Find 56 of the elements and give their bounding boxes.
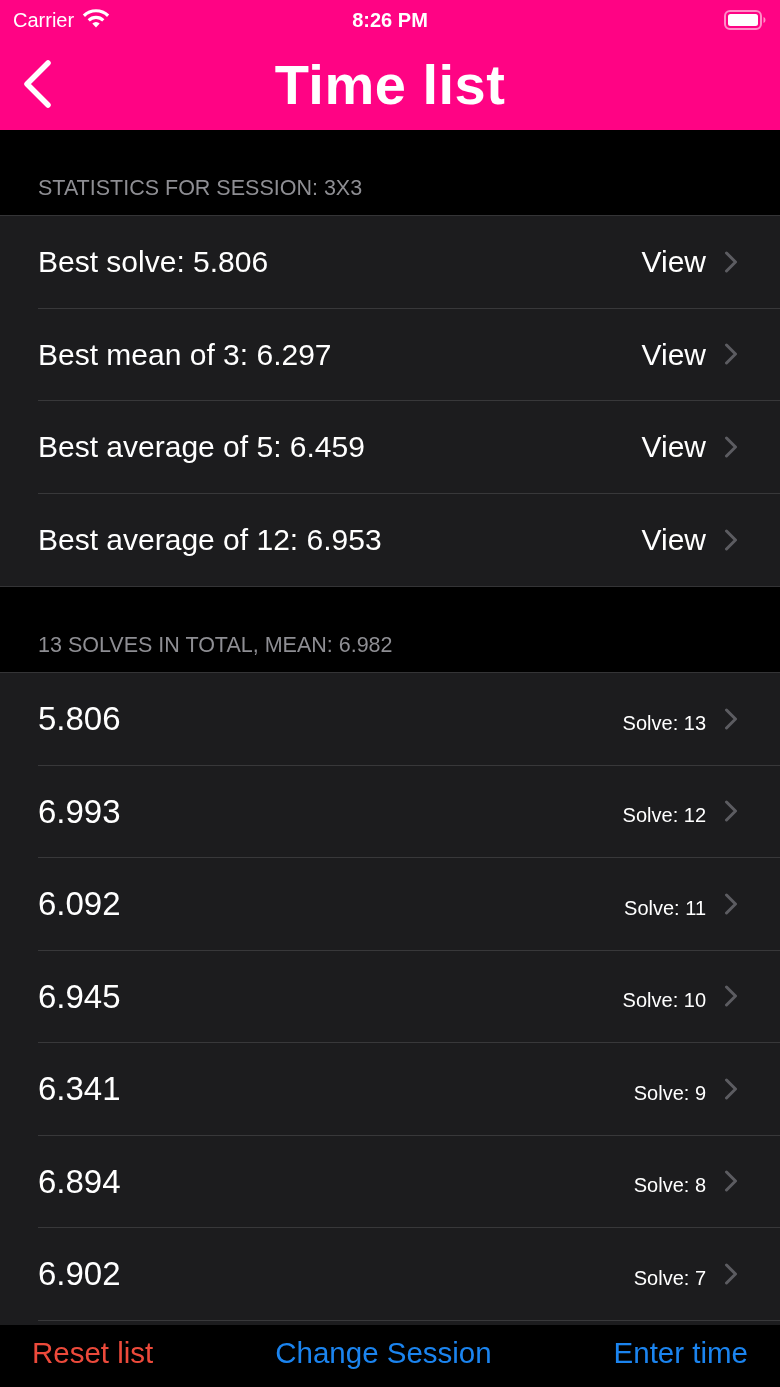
statistic-label: Best solve: 5.806 xyxy=(38,244,269,281)
toolbar-button[interactable]: Change Session xyxy=(275,1335,492,1371)
chevron-icon xyxy=(724,528,738,551)
back-button[interactable] xyxy=(22,60,52,108)
solve-row[interactable]: 6.092 Solve: 11 xyxy=(0,858,780,951)
statistic-row[interactable]: Best average of 12: 6.953 View xyxy=(0,493,780,586)
view-label: View xyxy=(641,244,706,281)
statistic-row[interactable]: Best average of 5: 6.459 View xyxy=(0,401,780,494)
section-header: STATISTICS FOR SESSION: 3X3 xyxy=(38,175,363,201)
chevron-icon xyxy=(724,892,738,915)
chevron-icon xyxy=(724,435,738,458)
chevron-icon xyxy=(724,985,738,1008)
solve-row[interactable]: 6.902 Solve: 7 xyxy=(0,1228,780,1321)
chevron-icon xyxy=(724,1077,738,1100)
solve-time: 6.902 xyxy=(38,1254,121,1294)
solve-row[interactable]: 6.341 Solve: 9 xyxy=(0,1043,780,1136)
solve-time: 5.806 xyxy=(38,699,121,739)
solve-time: 6.945 xyxy=(38,976,121,1017)
statistic-label: Best mean of 3: 6.297 xyxy=(38,336,332,373)
solve-number: Solve: 8 xyxy=(633,1173,706,1199)
toolbar-button[interactable]: Enter time xyxy=(613,1335,748,1371)
chevron-icon xyxy=(724,707,738,730)
statistic-label: Best average of 12: 6.953 xyxy=(38,522,382,559)
solve-number: Solve: 7 xyxy=(633,1265,706,1291)
wifi-icon xyxy=(82,8,111,28)
view-label: View xyxy=(641,336,706,373)
solve-number: Solve: 9 xyxy=(633,1080,706,1106)
chevron-icon xyxy=(724,343,738,366)
statistic-label: Best average of 5: 6.459 xyxy=(38,429,365,466)
clock-label: 8:26 PM xyxy=(352,8,428,33)
solve-row[interactable]: 5.806 Solve: 13 xyxy=(0,673,780,766)
screen-title: Time list xyxy=(274,57,506,113)
view-label: View xyxy=(641,522,706,559)
solve-number: Solve: 12 xyxy=(622,803,706,829)
solve-time: 6.993 xyxy=(38,791,121,832)
view-label: View xyxy=(641,429,706,466)
solve-number: Solve: 10 xyxy=(622,988,706,1014)
statistic-row[interactable]: Best mean of 3: 6.297 View xyxy=(0,308,780,401)
battery-icon xyxy=(724,10,766,30)
solve-number: Solve: 11 xyxy=(624,895,706,921)
statistic-row[interactable]: Best solve: 5.806 View xyxy=(0,216,780,309)
chevron-icon xyxy=(724,1170,738,1193)
solve-row[interactable]: 6.894 Solve: 8 xyxy=(0,1135,780,1228)
chevron-icon xyxy=(724,800,738,823)
back-chevron-icon xyxy=(22,60,52,108)
solve-number: Solve: 13 xyxy=(622,710,706,736)
section-header: 13 SOLVES IN TOTAL, MEAN: 6.982 xyxy=(38,632,393,658)
solve-time: 6.894 xyxy=(38,1161,121,1202)
solve-time: 6.092 xyxy=(38,884,121,924)
toolbar-button[interactable]: Reset list xyxy=(32,1335,154,1371)
carrier-label: Carrier xyxy=(13,8,75,33)
solve-row[interactable]: 6.993 Solve: 12 xyxy=(0,765,780,858)
chevron-icon xyxy=(724,1262,738,1285)
solve-time: 6.341 xyxy=(38,1069,121,1109)
solve-row[interactable]: 6.945 Solve: 10 xyxy=(0,950,780,1043)
chevron-icon xyxy=(724,250,738,273)
